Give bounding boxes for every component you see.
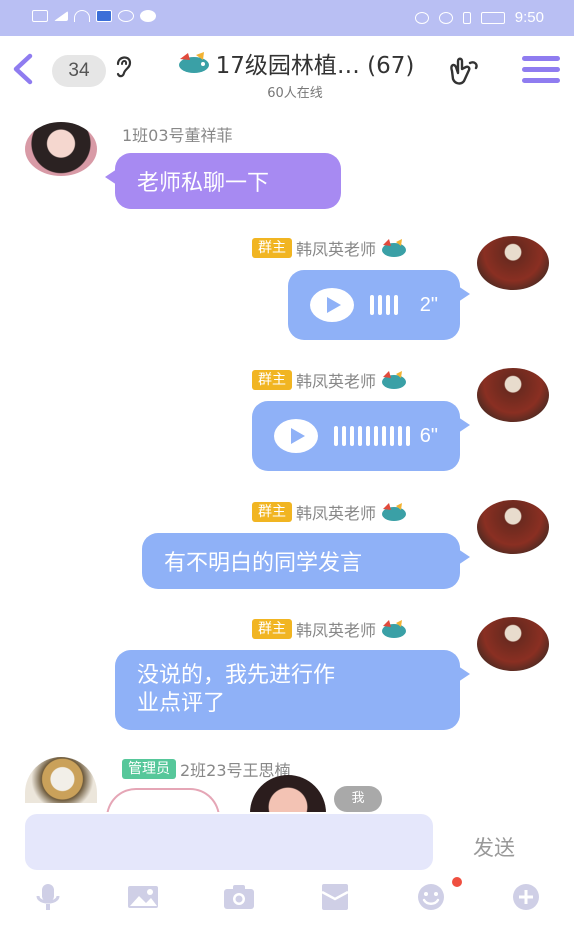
message-text: 有不明白的同学发言	[164, 551, 363, 576]
avatar[interactable]	[477, 368, 549, 422]
camera-icon[interactable]	[222, 882, 256, 912]
wifi-icon	[74, 10, 90, 22]
sender-name: 群主 韩凤英老师	[252, 617, 408, 641]
avatar[interactable]	[25, 757, 97, 803]
menu-icon[interactable]	[522, 56, 560, 86]
hand-gesture-icon[interactable]	[446, 55, 482, 87]
message-input[interactable]	[25, 814, 433, 870]
status-bar: 9:50	[0, 0, 574, 36]
play-icon[interactable]	[274, 419, 318, 453]
battery-icon	[480, 11, 505, 24]
sender-name-text: 韩凤英老师	[296, 504, 377, 523]
bluetooth-icon	[462, 11, 471, 24]
play-icon[interactable]	[310, 288, 354, 322]
plus-icon[interactable]	[509, 882, 543, 912]
avatar[interactable]	[477, 500, 549, 554]
voice-wave-icon	[370, 295, 398, 315]
sender-name-text: 韩凤英老师	[296, 372, 377, 391]
dragon-icon	[382, 620, 407, 638]
dragon-icon	[382, 503, 407, 521]
ear-icon	[116, 56, 132, 78]
eye-comfort-icon	[414, 11, 429, 24]
status-icons-right: 9:50	[414, 9, 544, 26]
eye-icon	[118, 10, 134, 22]
chat-title-text: 17级园林植… (67)	[215, 53, 415, 79]
voice-wave-icon	[334, 426, 410, 446]
image-icon[interactable]	[126, 882, 160, 912]
owner-badge: 群主	[252, 238, 292, 258]
input-toolbar	[0, 882, 574, 918]
sender-name: 群主 韩凤英老师	[252, 368, 408, 392]
app-icon	[96, 10, 112, 22]
microphone-icon[interactable]	[31, 882, 65, 912]
status-icons-left	[32, 10, 156, 22]
message-bubble[interactable]: 老师私聊一下	[105, 153, 341, 209]
unread-count-badge[interactable]: 34	[52, 55, 106, 87]
sender-name-text: 1班03号董祥菲	[122, 126, 233, 145]
avatar[interactable]	[25, 122, 97, 176]
dragon-icon	[382, 371, 407, 389]
status-time: 9:50	[514, 9, 544, 26]
message-bubble[interactable]: 没说的，我先进行作 业点评了	[115, 650, 470, 730]
owner-badge: 群主	[252, 370, 292, 390]
chat-title: 17级园林植… (67)	[150, 46, 440, 80]
hd-icon	[32, 10, 48, 22]
message-text-line: 没说的，我先进行作	[137, 663, 336, 688]
sender-name: 群主 韩凤英老师	[252, 236, 408, 260]
input-area: 发送	[0, 812, 574, 925]
voice-message-bubble[interactable]: 2"	[288, 270, 470, 340]
online-count: 60人在线	[267, 86, 323, 101]
notification-dot	[452, 877, 462, 887]
avatar[interactable]	[477, 617, 549, 671]
sender-name: 管理员 2班23号王思楠	[122, 757, 291, 781]
back-arrow-icon[interactable]	[8, 52, 38, 86]
owner-badge: 群主	[252, 502, 292, 522]
chat-title-block[interactable]: 17级园林植… (67) 60人在线	[150, 46, 440, 101]
voice-message-bubble[interactable]: 6"	[252, 401, 470, 471]
sender-name: 1班03号董祥菲	[122, 122, 233, 146]
message-bubble[interactable]: 有不明白的同学发言	[142, 533, 470, 589]
avatar[interactable]	[477, 236, 549, 290]
voice-duration: 2"	[419, 293, 438, 316]
admin-badge: 管理员	[122, 759, 176, 779]
chat-icon	[140, 10, 156, 22]
owner-badge: 群主	[252, 619, 292, 639]
sticker-avatar	[250, 775, 326, 815]
send-button[interactable]: 发送	[456, 832, 532, 862]
dragon-icon	[178, 52, 209, 73]
me-badge: 我	[334, 786, 382, 812]
alarm-icon	[438, 11, 453, 24]
message-text: 老师私聊一下	[137, 171, 270, 196]
signal-icon	[54, 11, 68, 21]
red-envelope-icon[interactable]	[318, 882, 352, 912]
emoji-icon[interactable]	[414, 882, 448, 912]
sender-name-text: 韩凤英老师	[296, 240, 377, 259]
message-text-line: 业点评了	[137, 691, 226, 716]
voice-duration: 6"	[419, 424, 438, 447]
dragon-icon	[382, 239, 407, 257]
sender-name-text: 韩凤英老师	[296, 621, 377, 640]
sender-name: 群主 韩凤英老师	[252, 500, 408, 524]
chat-header: 34 17级园林植… (67) 60人在线	[0, 36, 574, 101]
